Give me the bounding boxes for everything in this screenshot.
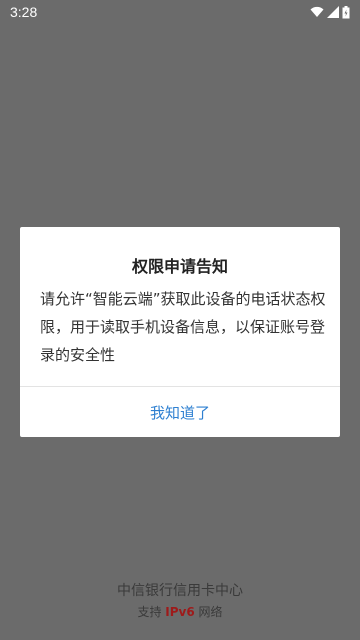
battery-icon xyxy=(342,5,350,19)
status-icons xyxy=(310,5,350,19)
ipv6-label: IPv6 xyxy=(165,605,195,619)
status-bar: 3:28 xyxy=(0,0,360,24)
support-suffix: 网络 xyxy=(198,605,223,619)
dialog-title: 权限申请告知 xyxy=(131,257,228,276)
dialog-message: 请允许“智能云端”获取此设备的电话状态权限，用于读取手机设备信息，以保证账号登录… xyxy=(40,290,326,364)
permission-dialog: 权限申请告知 请允许“智能云端”获取此设备的电话状态权限，用于读取手机设备信息，… xyxy=(20,227,340,437)
wifi-icon xyxy=(310,6,324,18)
signal-icon xyxy=(327,6,339,18)
confirm-button[interactable]: 我知道了 xyxy=(20,387,340,437)
status-time: 3:28 xyxy=(10,4,38,20)
support-prefix: 支持 xyxy=(137,605,162,619)
footer-title: 中信银行信用卡中心 xyxy=(117,583,243,599)
footer-network-support: 支持 IPv6 网络 xyxy=(0,603,360,620)
